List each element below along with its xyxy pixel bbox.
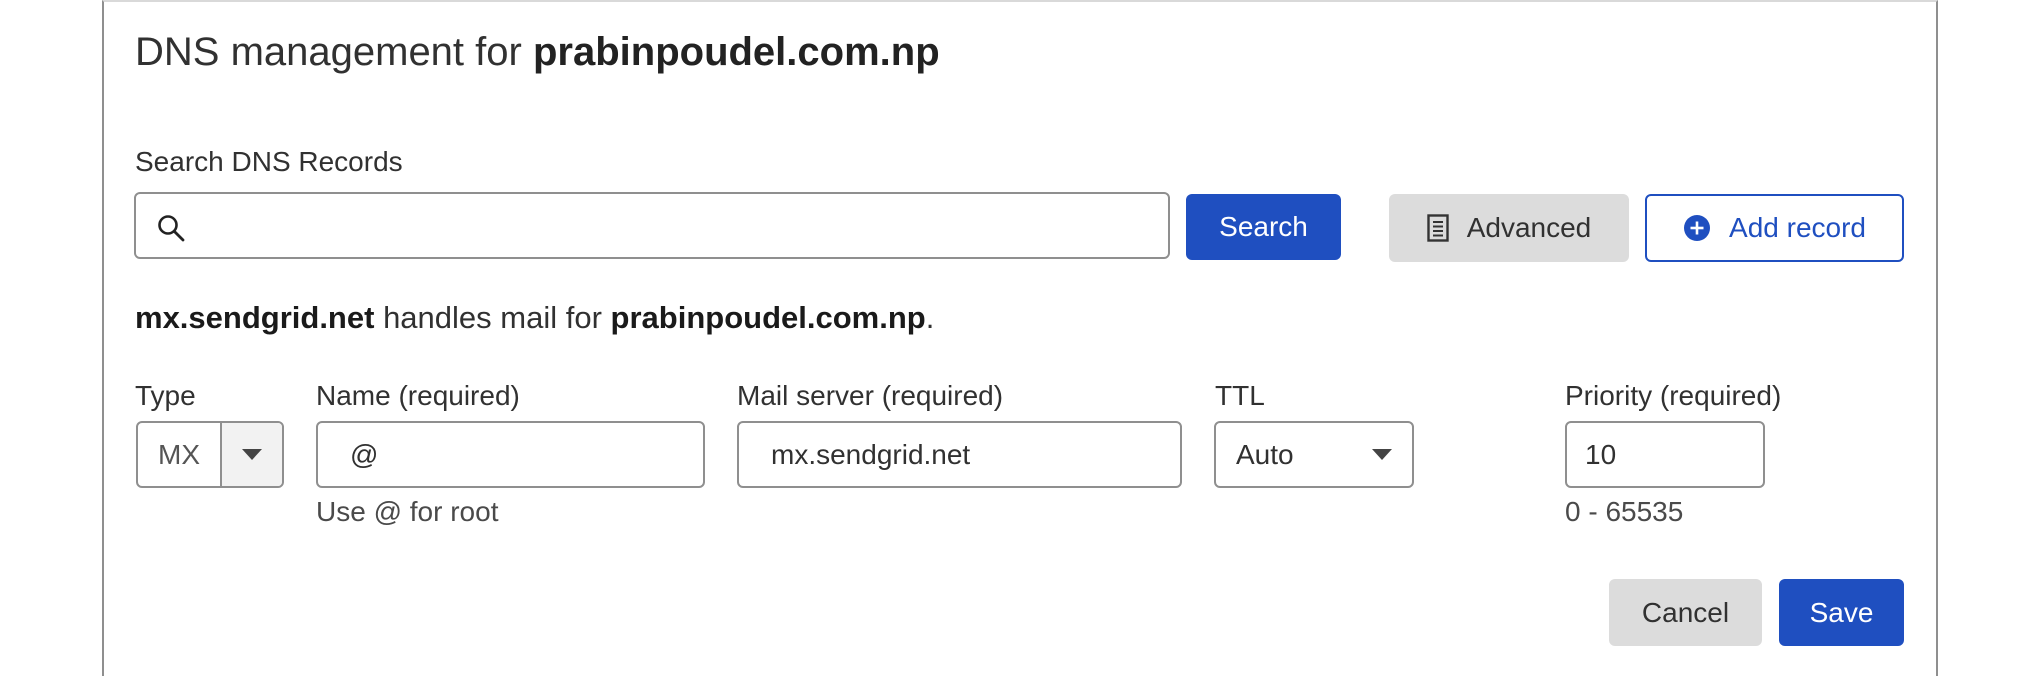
page-title-domain: prabinpoudel.com.np bbox=[532, 30, 940, 74]
mail-handler-domain: prabinpoudel.com.np bbox=[610, 300, 926, 335]
page-title: DNS management for prabinpoudel.com.np bbox=[135, 30, 940, 75]
search-icon bbox=[156, 213, 186, 243]
save-button[interactable]: Save bbox=[1779, 579, 1904, 646]
type-select-value: MX bbox=[158, 438, 200, 470]
search-button-label: Search bbox=[1219, 211, 1308, 242]
type-label: Type bbox=[135, 380, 196, 411]
ttl-select[interactable]: Auto bbox=[1214, 421, 1414, 488]
add-record-button[interactable]: Add record bbox=[1645, 194, 1904, 262]
name-field[interactable] bbox=[316, 421, 705, 488]
search-input[interactable] bbox=[200, 202, 1150, 250]
chevron-down-icon bbox=[1372, 449, 1392, 460]
name-input[interactable] bbox=[350, 438, 703, 471]
document-list-icon bbox=[1427, 214, 1449, 242]
ttl-label: TTL bbox=[1215, 380, 1265, 411]
type-dropdown-button[interactable] bbox=[220, 423, 282, 486]
priority-label: Priority (required) bbox=[1565, 380, 1782, 411]
chevron-down-icon bbox=[242, 449, 262, 460]
mail-handler-period: . bbox=[925, 300, 935, 335]
name-hint: Use @ for root bbox=[316, 496, 499, 527]
mail-handler-text: handles mail for bbox=[383, 300, 602, 335]
advanced-button[interactable]: Advanced bbox=[1389, 194, 1629, 262]
priority-hint: 0 - 65535 bbox=[1565, 496, 1684, 527]
plus-circle-icon bbox=[1683, 214, 1711, 242]
ttl-select-value: Auto bbox=[1236, 438, 1294, 470]
mail-server-label: Mail server (required) bbox=[737, 380, 1004, 411]
mail-handler-server: mx.sendgrid.net bbox=[135, 300, 375, 335]
priority-input[interactable] bbox=[1585, 438, 1763, 471]
type-select[interactable]: MX bbox=[136, 421, 284, 488]
add-record-button-label: Add record bbox=[1729, 212, 1866, 243]
cancel-button-label: Cancel bbox=[1641, 596, 1730, 628]
name-label: Name (required) bbox=[316, 380, 520, 411]
search-button[interactable]: Search bbox=[1186, 194, 1341, 260]
priority-field[interactable] bbox=[1565, 421, 1765, 488]
mail-handler-info: mx.sendgrid.net handles mail for prabinp… bbox=[135, 300, 934, 336]
save-button-label: Save bbox=[1809, 596, 1874, 628]
mail-server-input[interactable] bbox=[771, 438, 1180, 471]
search-label: Search DNS Records bbox=[135, 146, 403, 177]
dns-panel bbox=[102, 0, 1938, 676]
page-title-prefix: DNS management for bbox=[135, 30, 522, 74]
search-field[interactable] bbox=[134, 192, 1170, 259]
cancel-button[interactable]: Cancel bbox=[1609, 579, 1762, 646]
mail-server-field[interactable] bbox=[737, 421, 1182, 488]
advanced-button-label: Advanced bbox=[1466, 212, 1592, 243]
